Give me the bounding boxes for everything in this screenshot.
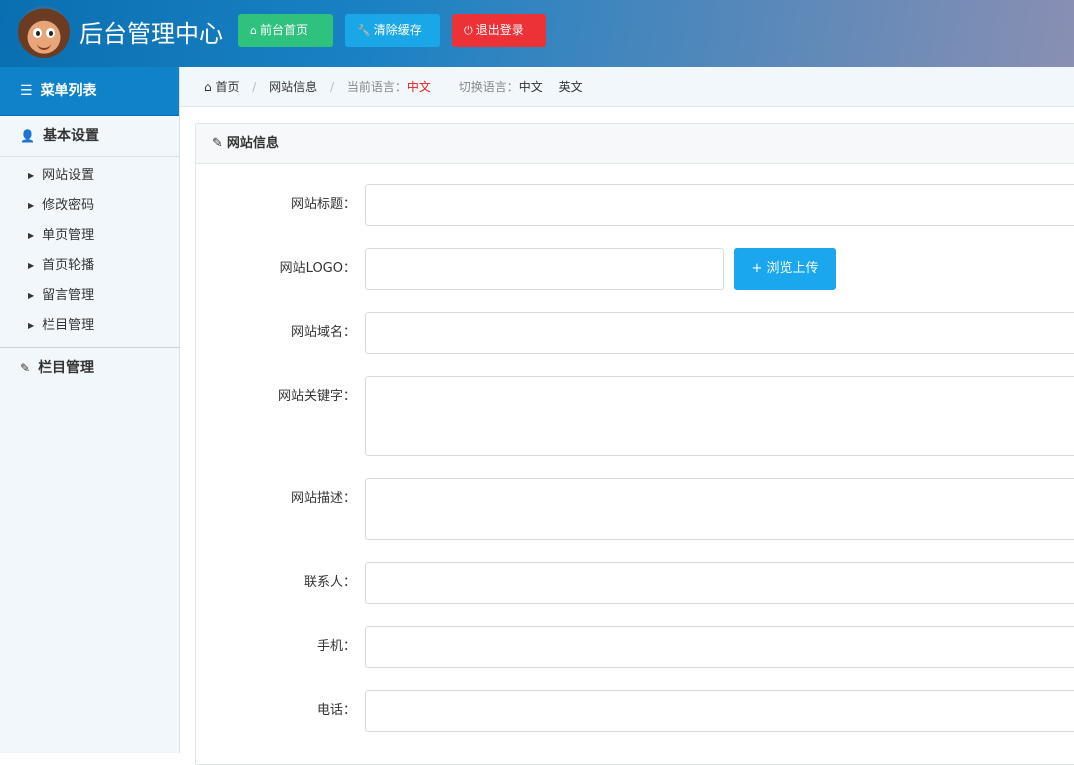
frontend-home-button[interactable]: ⌂ 前台首页	[238, 14, 333, 47]
mobile-input[interactable]	[365, 626, 1074, 668]
breadcrumb-home[interactable]: 首页	[215, 80, 239, 94]
description-textarea[interactable]	[365, 478, 1074, 540]
sidebar: ☰ 菜单列表 👤 基本设置 ▶ 网站设置 ▶ 修改密码 ▶ 单页管理 ▶ 首页轮播 ▶ 留言管…	[0, 67, 180, 753]
caret-right-icon: ▶	[28, 321, 35, 330]
current-language-value: 中文	[406, 80, 431, 94]
sidebar-item-label: 首页轮播	[42, 258, 95, 273]
wrench-icon: 🔧	[357, 24, 371, 37]
domain-label: 网站域名：	[290, 325, 356, 340]
home-icon: ⌂	[250, 24, 257, 37]
list-icon: ☰	[20, 83, 33, 99]
caret-right-icon: ▶	[28, 171, 35, 180]
switch-language-label: 切换语言：	[458, 80, 519, 94]
caret-right-icon: ▶	[28, 231, 35, 240]
phone-input[interactable]	[365, 690, 1074, 732]
breadcrumb-separator: /	[252, 80, 257, 94]
caret-right-icon: ▶	[28, 291, 35, 300]
contact-label: 联系人：	[303, 575, 356, 590]
site-title-input[interactable]	[365, 184, 1074, 226]
current-language-label: 当前语言：	[346, 80, 407, 94]
caret-right-icon: ▶	[28, 261, 35, 270]
sidebar-item-label: 网站设置	[42, 168, 95, 183]
clear-cache-button[interactable]: 🔧 清除缓存	[345, 14, 440, 47]
keywords-textarea[interactable]	[365, 376, 1074, 456]
panel-title: 网站信息	[226, 136, 279, 151]
logout-label: 退出登录	[475, 23, 524, 37]
browse-upload-button[interactable]: + 浏览上传	[734, 248, 836, 290]
edit-icon: ✎	[212, 136, 223, 151]
sidebar-item-label: 单页管理	[42, 228, 95, 243]
app-title: 后台管理中心	[79, 20, 223, 48]
sidebar-group-basic-settings[interactable]: 👤 基本设置	[0, 116, 179, 157]
logo-input[interactable]	[365, 248, 724, 290]
phone-label: 电话：	[316, 703, 356, 718]
sidebar-submenu: ▶ 网站设置 ▶ 修改密码 ▶ 单页管理 ▶ 首页轮播 ▶ 留言管理 ▶ 栏目管理	[0, 157, 179, 348]
sidebar-item-messages[interactable]: ▶ 留言管理	[0, 281, 179, 311]
breadcrumb: ⌂ 首页 / 网站信息 / 当前语言：中文 切换语言：中文 英文	[180, 67, 1074, 107]
sidebar-group-label: 栏目管理	[38, 360, 95, 376]
sidebar-item-change-password[interactable]: ▶ 修改密码	[0, 191, 179, 221]
logout-button[interactable]: ⏻ 退出登录	[452, 14, 546, 47]
clear-cache-label: 清除缓存	[373, 23, 422, 37]
caret-right-icon: ▶	[28, 201, 35, 210]
top-header: 后台管理中心 ⌂ 前台首页 🔧 清除缓存 ⏻ 退出登录	[0, 0, 1074, 67]
avatar	[18, 6, 70, 58]
breadcrumb-page[interactable]: 网站信息	[269, 80, 317, 94]
menu-list-title: 菜单列表	[40, 83, 97, 99]
frontend-home-label: 前台首页	[259, 23, 308, 37]
edit-icon: ✎	[20, 361, 31, 375]
panel-header: ✎ 网站信息	[196, 124, 1074, 164]
power-icon: ⏻	[464, 24, 473, 37]
site-title-label: 网站标题：	[290, 197, 356, 212]
user-icon: 👤	[20, 129, 35, 143]
site-info-panel: ✎ 网站信息 网站标题： 网站LOGO： + 浏览上传 网站域名： 网站关键字： …	[195, 123, 1074, 765]
sidebar-item-label: 栏目管理	[42, 318, 95, 333]
description-label: 网站描述：	[290, 491, 356, 506]
sidebar-item-columns[interactable]: ▶ 栏目管理	[0, 311, 179, 341]
menu-list-header: ☰ 菜单列表	[0, 67, 179, 116]
language-option-zh[interactable]: 中文	[519, 80, 543, 94]
home-icon: ⌂	[204, 80, 212, 94]
logo-label: 网站LOGO：	[279, 261, 356, 276]
language-option-en[interactable]: 英文	[559, 80, 583, 94]
sidebar-item-label: 修改密码	[42, 198, 95, 213]
mobile-label: 手机：	[316, 639, 356, 654]
sidebar-item-home-carousel[interactable]: ▶ 首页轮播	[0, 251, 179, 281]
sidebar-group-label: 基本设置	[42, 128, 99, 144]
contact-input[interactable]	[365, 562, 1074, 604]
keywords-label: 网站关键字：	[277, 389, 356, 404]
sidebar-item-page-management[interactable]: ▶ 单页管理	[0, 221, 179, 251]
sidebar-item-site-settings[interactable]: ▶ 网站设置	[0, 161, 179, 191]
sidebar-group-column-management[interactable]: ✎ 栏目管理	[0, 348, 179, 388]
domain-input[interactable]	[365, 312, 1074, 354]
sidebar-item-label: 留言管理	[42, 288, 95, 303]
breadcrumb-separator: /	[330, 80, 335, 94]
